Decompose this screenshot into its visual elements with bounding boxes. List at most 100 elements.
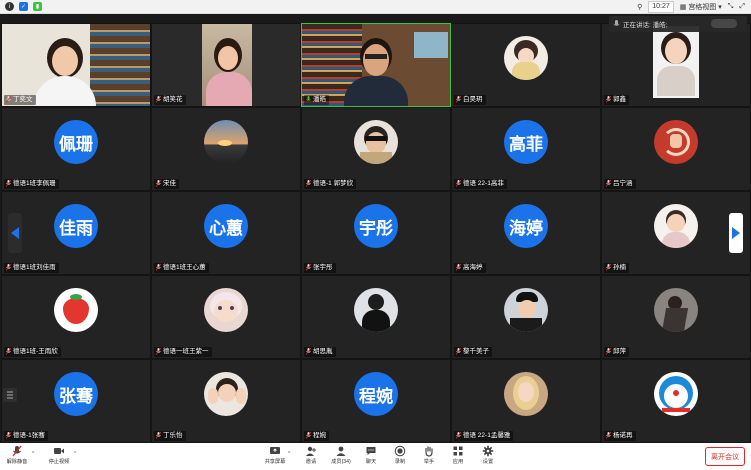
participant-tile[interactable]: 德语-1 郭梦欣 xyxy=(301,107,451,191)
participant-name: 程婉 xyxy=(313,432,326,439)
participant-tile[interactable]: 胡笑花 xyxy=(151,23,301,107)
participant-avatar xyxy=(354,288,398,333)
chat-bubble-icon xyxy=(365,445,377,457)
apps-button[interactable]: 应用 xyxy=(447,445,469,465)
participant-avatar xyxy=(654,372,698,417)
participant-tile[interactable]: 宋佳 xyxy=(151,107,301,191)
participant-initials-avatar: 宇彤 xyxy=(354,204,398,249)
participant-tile[interactable]: 丁奕文 xyxy=(1,23,151,107)
muted-mic-icon xyxy=(606,264,611,271)
participant-name: 德语1班刘佳雨 xyxy=(13,264,56,271)
participant-name: 胡思胤 xyxy=(313,348,333,355)
participant-tile[interactable]: 程婉 程婉 xyxy=(301,359,451,443)
shield-icon[interactable]: ✓ xyxy=(19,2,28,11)
info-icon[interactable]: i xyxy=(5,2,14,11)
muted-mic-icon xyxy=(456,432,461,439)
participant-name: 丁奕文 xyxy=(13,96,33,103)
participant-name: 高海婷 xyxy=(463,264,483,271)
participant-video xyxy=(2,24,150,106)
record-button[interactable]: 录制 xyxy=(389,445,411,465)
participant-initials-avatar: 程婉 xyxy=(354,372,398,417)
participant-avatar xyxy=(204,372,248,417)
signal-icon[interactable]: ▮ xyxy=(33,2,42,11)
participant-tile[interactable]: 胡思胤 xyxy=(301,275,451,359)
participant-tile[interactable]: 吕宁涵 xyxy=(601,107,751,191)
members-button[interactable]: 成员(34) xyxy=(330,445,352,465)
speaker-mic-icon xyxy=(613,20,620,26)
fullscreen-icon[interactable]: ⤢ xyxy=(739,3,745,11)
muted-mic-icon xyxy=(156,180,161,187)
share-screen-button[interactable]: 共享屏幕 xyxy=(264,445,286,465)
gear-icon xyxy=(482,445,494,457)
participant-tile[interactable]: 杨诺再 xyxy=(601,359,751,443)
top-bar: i ✓ ▮ ⚲ 10:27 ▦ 宫格视图 ▾ ⤡ ⤢ xyxy=(0,0,751,14)
muted-mic-icon xyxy=(156,348,161,355)
settings-button[interactable]: 设置 xyxy=(477,445,499,465)
participant-tile[interactable]: 德语一班王紫一 xyxy=(151,275,301,359)
menu-list-icon[interactable] xyxy=(3,388,17,402)
invite-user-icon xyxy=(305,445,317,457)
muted-mic-icon xyxy=(156,264,161,271)
participant-tile[interactable]: 佩珊 德语1班李佩珊 xyxy=(1,107,151,191)
participant-tile[interactable]: 郭鑫 xyxy=(601,23,751,107)
raise-hand-button[interactable]: 举手 xyxy=(418,445,440,465)
invite-button[interactable]: 邀请 xyxy=(300,445,322,465)
chat-button[interactable]: 聊天 xyxy=(360,445,382,465)
participant-name: 德语 22-1高菲 xyxy=(463,180,504,187)
muted-mic-icon xyxy=(6,264,11,271)
muted-mic-icon xyxy=(456,180,461,187)
participant-name: 孙楠 xyxy=(613,264,626,271)
muted-mic-icon xyxy=(606,432,611,439)
participant-tile[interactable]: 德语 22-1孟馨雅 xyxy=(451,359,601,443)
participant-name: 德语 22-1孟馨雅 xyxy=(463,432,511,439)
participant-avatar xyxy=(504,36,548,81)
participant-name: 郭鑫 xyxy=(613,96,626,103)
audio-options-chevron-icon[interactable]: ^ xyxy=(32,451,34,457)
participant-name: 德语一班王紫一 xyxy=(163,348,209,355)
muted-mic-icon xyxy=(6,348,11,355)
participant-name-label: 张宇彤 xyxy=(304,263,336,273)
muted-mic-icon xyxy=(6,96,11,103)
participant-tile[interactable]: 白昊玥 xyxy=(451,23,601,107)
participant-name-label: 德语 22-1孟馨雅 xyxy=(454,431,514,441)
unmute-button[interactable]: 解除静音 xyxy=(6,445,28,465)
participant-name-label: 孙楠 xyxy=(604,263,629,273)
participant-name: 丁乐怡 xyxy=(163,432,183,439)
participant-name: 黎千美子 xyxy=(463,348,489,355)
participant-name-label: 丁乐怡 xyxy=(154,431,186,441)
participant-tile[interactable]: 张骞 德语-1张骞 xyxy=(1,359,151,443)
participant-tile[interactable]: 潘皓 xyxy=(301,23,451,107)
participant-initials-avatar: 高菲 xyxy=(504,120,548,165)
participant-name-label: 黎千美子 xyxy=(454,347,492,357)
exit-fullscreen-icon[interactable]: ⤡ xyxy=(728,3,734,11)
participant-avatar xyxy=(654,288,698,333)
participant-avatar xyxy=(504,288,548,333)
gallery-view-button[interactable]: ▦ 宫格视图 ▾ xyxy=(680,2,722,12)
participant-name-label: 德语-1张骞 xyxy=(4,431,48,441)
participant-avatar xyxy=(204,120,248,165)
participant-tile[interactable]: 高菲德语 22-1高菲 xyxy=(451,107,601,191)
participant-tile[interactable]: 德语1班-王雨欣 xyxy=(1,275,151,359)
pin-icon[interactable]: ⚲ xyxy=(637,3,642,11)
participant-tile[interactable]: 海婷 高海婷 xyxy=(451,191,601,275)
participant-avatar xyxy=(504,372,548,417)
participant-tile[interactable]: 宇彤张宇彤 xyxy=(301,191,451,275)
share-screen-icon xyxy=(269,445,281,457)
leave-meeting-button[interactable]: 离开会议 xyxy=(705,447,745,466)
participant-avatar xyxy=(54,288,98,333)
video-options-chevron-icon[interactable]: ^ xyxy=(74,451,76,457)
video-camera-icon xyxy=(53,445,65,457)
participant-name-label: 德语 22-1高菲 xyxy=(454,179,507,189)
next-page-button[interactable] xyxy=(729,213,743,253)
participant-tile[interactable]: 心蕙 德语1班王心蕙 xyxy=(151,191,301,275)
participant-tile[interactable]: 黎千美子 xyxy=(451,275,601,359)
participant-avatar xyxy=(654,204,698,249)
participant-tile[interactable]: 佳雨 德语1班刘佳雨 xyxy=(1,191,151,275)
stop-video-button[interactable]: 停止视频 xyxy=(48,445,70,465)
prev-page-button[interactable] xyxy=(8,213,22,253)
participant-tile[interactable]: 邱萍 xyxy=(601,275,751,359)
participant-tile[interactable]: 丁乐怡 xyxy=(151,359,301,443)
participant-name-label: 宋佳 xyxy=(154,179,179,189)
muted-mic-icon xyxy=(6,180,11,187)
share-options-chevron-icon[interactable]: ^ xyxy=(288,451,290,457)
